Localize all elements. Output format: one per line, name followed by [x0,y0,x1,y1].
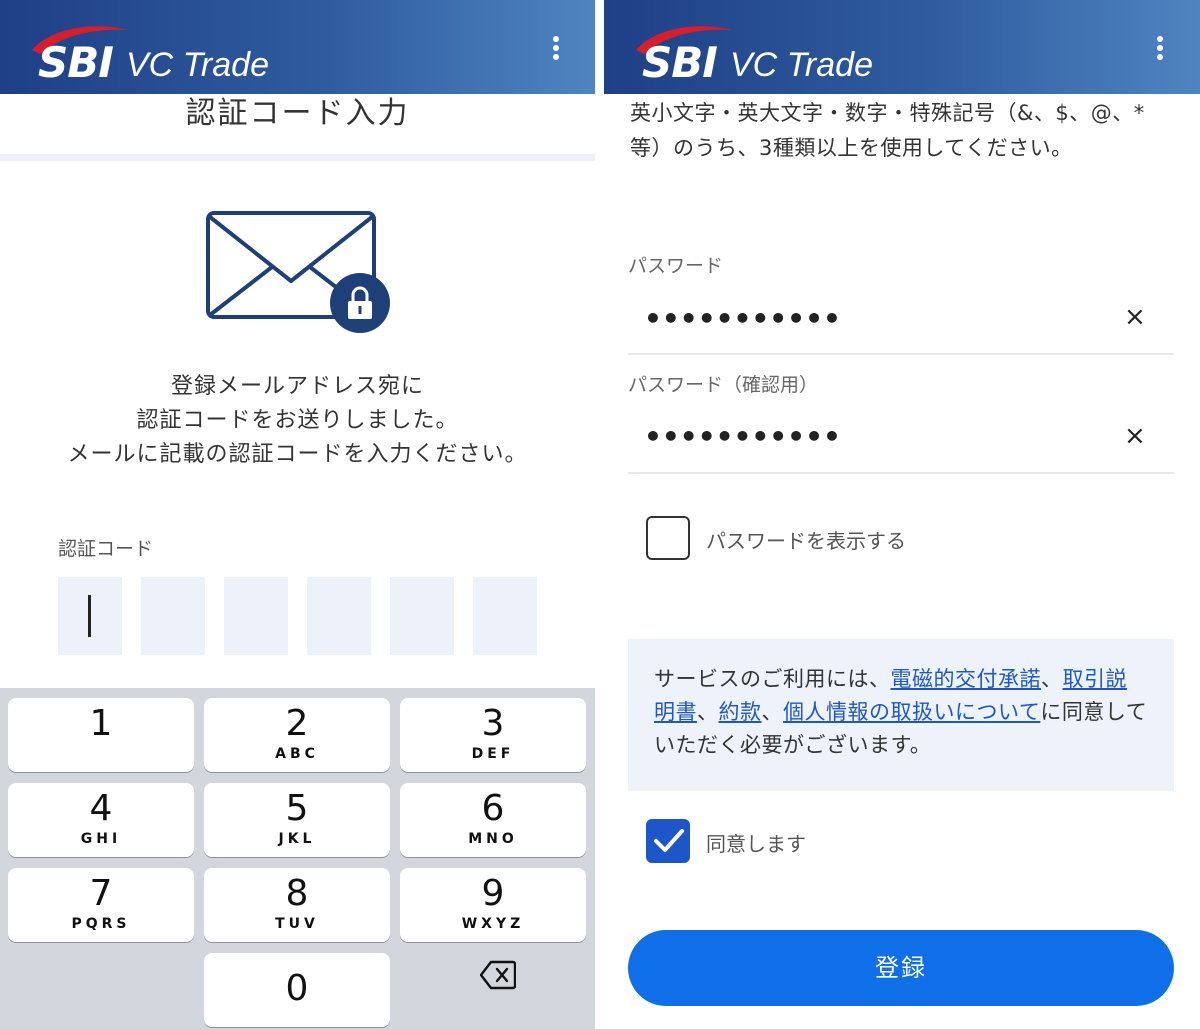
instruction-line: 登録メールアドレス宛に [170,374,424,399]
key-number: 9 [481,873,505,914]
code-input-group [58,577,537,655]
code-digit-input[interactable] [141,577,205,655]
locked-mail-icon [206,211,390,333]
terms-notice: サービスのご利用には、電磁的交付承諾、取引説明書、約款、個人情報の取扱いについて… [628,639,1174,791]
key-9[interactable]: 9 WXYZ [400,868,586,942]
key-number: 0 [285,968,309,1009]
password-registration-screen: SBI VC Trade 英小文字・英大文字・数字・特殊記号（&、$、@、*等）… [604,0,1200,1029]
code-label: 認証コード [58,538,154,560]
code-digit-input[interactable] [473,577,537,655]
code-digit-input[interactable] [58,577,122,655]
key-number: 1 [89,703,113,744]
key-0[interactable]: 0 [204,953,390,1027]
key-7[interactable]: 7 PQRS [8,868,194,942]
agree-checkbox[interactable] [646,819,690,863]
page-title: 認証コード入力 [185,96,410,131]
key-2[interactable]: 2 ABC [204,698,390,772]
instruction-line: 認証コードをお送りしました。 [136,408,459,433]
logo-vc-trade: VC Trade [126,46,269,84]
sbi-vc-trade-logo: SBI VC Trade [28,20,328,87]
terms-notice-text: サービスのご利用には、電磁的交付承諾、取引説明書、約款、個人情報の取扱いについて… [654,663,1148,762]
key-6[interactable]: 6 MNO [400,783,586,857]
key-letters: MNO [468,831,518,847]
sbi-vc-trade-logo: SBI VC Trade [632,20,932,87]
logo-sbi: SBI [642,38,718,87]
notice-prefix: サービスのご利用には、 [654,667,891,691]
code-digit-input[interactable] [307,577,371,655]
key-letters: TUV [275,916,319,932]
key-number: 5 [285,788,309,829]
key-number: 4 [89,788,113,829]
notice-separator: 、 [1041,667,1063,691]
password-label: パスワード [628,255,724,277]
logo-vc-trade: VC Trade [730,46,873,84]
key-letters: DEF [471,746,515,762]
agree-label[interactable]: 同意します [706,828,806,857]
code-digit-input[interactable] [390,577,454,655]
show-password-label[interactable]: パスワードを表示する [706,525,906,554]
link-privacy-policy[interactable]: 個人情報の取扱いについて [783,700,1040,724]
key-8[interactable]: 8 TUV [204,868,390,942]
instruction-line: メールに記載の認証コードを入力ください。 [67,442,528,467]
key-number: 3 [481,703,505,744]
key-5[interactable]: 5 JKL [204,783,390,857]
app-header: SBI VC Trade [604,0,1200,94]
notice-separator: 、 [761,700,783,724]
key-letters: PQRS [71,916,131,932]
instruction-text: 登録メールアドレス宛に 認証コードをお送りしました。 メールに記載の認証コードを… [0,370,595,472]
link-terms[interactable]: 約款 [719,700,762,724]
link-electronic-delivery-consent[interactable]: 電磁的交付承諾 [891,667,1042,691]
password-input[interactable]: ••••••••••• [644,302,841,335]
more-vertical-icon[interactable] [553,36,561,64]
backspace-icon[interactable] [480,960,516,990]
logo-sbi: SBI [38,38,114,87]
key-3[interactable]: 3 DEF [400,698,586,772]
key-letters: WXYZ [461,916,525,932]
key-number: 7 [89,873,113,914]
more-vertical-icon[interactable] [1157,36,1165,64]
clear-confirm-password-icon[interactable]: × [1124,421,1146,451]
key-4[interactable]: 4 GHI [8,783,194,857]
key-letters: GHI [80,831,122,847]
confirm-password-input[interactable]: ••••••••••• [644,420,841,453]
register-button[interactable]: 登録 [628,930,1174,1006]
code-digit-input[interactable] [224,577,288,655]
confirm-password-label: パスワード（確認用） [628,374,819,396]
show-password-checkbox[interactable] [646,516,690,560]
clear-password-icon[interactable]: × [1124,302,1146,332]
verification-code-screen: SBI VC Trade 認証コード入力 登録メールアドレス宛に 認証コードをお… [0,0,595,1029]
key-1[interactable]: 1 [8,698,194,772]
key-number: 6 [481,788,505,829]
password-rules-text: 英小文字・英大文字・数字・特殊記号（&、$、@、*等）のうち、3種類以上を使用し… [630,101,1145,160]
text-caret [88,595,91,637]
key-letters: ABC [275,746,319,762]
title-divider [0,154,595,161]
panel-gap [595,0,604,1029]
key-number: 2 [285,703,309,744]
key-letters: JKL [278,831,316,847]
app-header: SBI VC Trade [0,0,595,94]
field-underline [628,353,1174,355]
key-number: 8 [285,873,309,914]
checkmark-icon [654,829,684,852]
field-underline [628,472,1174,474]
numeric-keypad: 1 2 ABC 3 DEF 4 GHI 5 JKL 6 MNO 7 PQRS 8 TUV 9 W… [0,688,595,1029]
notice-separator: 、 [697,700,719,724]
